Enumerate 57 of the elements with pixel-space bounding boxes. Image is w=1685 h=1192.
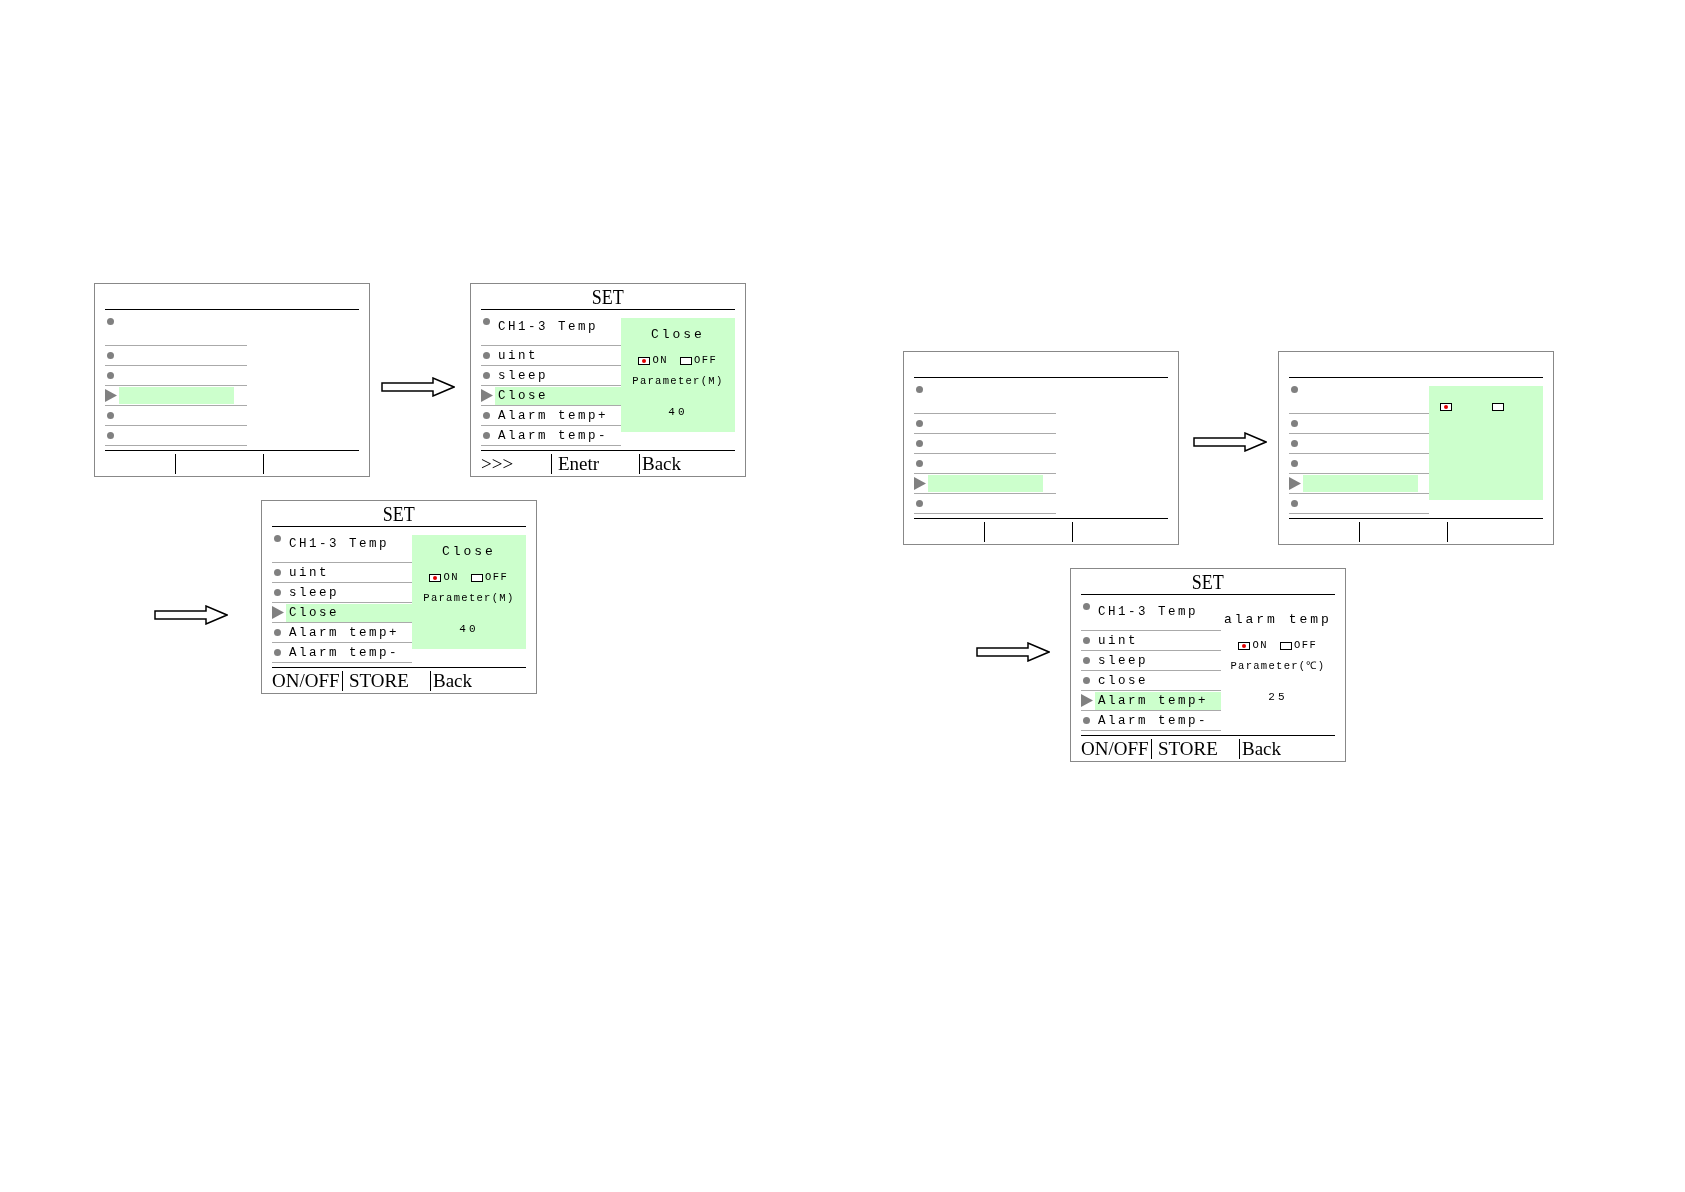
menu-item[interactable]: Alarm temp- — [286, 643, 402, 662]
parameter-value: 40 — [459, 621, 479, 637]
option-label: ON — [443, 570, 459, 586]
menu-item[interactable]: Alarm temp+ — [286, 623, 402, 642]
softkey-label[interactable]: Enetr — [558, 453, 600, 474]
menu-item[interactable]: Alarm temp+ — [495, 406, 611, 425]
parameter-label: Parameter(M) — [632, 374, 724, 389]
option-checkbox[interactable] — [1238, 642, 1251, 650]
option-label: OFF — [694, 353, 718, 369]
hollow-arrow-icon — [1193, 432, 1267, 452]
screen-title: SET — [383, 502, 415, 526]
option-label: OFF — [1294, 638, 1318, 654]
option-checkbox[interactable] — [1439, 403, 1452, 411]
menu-item[interactable]: close — [1095, 671, 1151, 690]
menu-item[interactable]: uint — [1095, 631, 1141, 650]
menu-item[interactable]: CH1-3 Temp — [286, 535, 392, 553]
menu-item[interactable]: CH1-3 Temp — [1095, 603, 1201, 621]
softkey-label[interactable]: STORE — [1158, 738, 1218, 759]
softkey-label[interactable]: ON/OFF — [1081, 738, 1149, 759]
menu-item[interactable]: CH1-3 Temp — [495, 318, 601, 336]
parameter-value: 40 — [668, 404, 688, 420]
menu-item[interactable]: Close — [286, 603, 412, 622]
softkey-label[interactable]: Back — [1242, 738, 1282, 759]
menu-item[interactable]: Close — [495, 386, 621, 405]
option-checkbox[interactable] — [471, 574, 483, 582]
parameter-label: Parameter(M) — [423, 591, 515, 606]
hollow-arrow-icon — [154, 605, 228, 625]
menu-item[interactable]: sleep — [1095, 651, 1151, 670]
option-label: ON — [652, 353, 668, 369]
hollow-arrow-icon — [381, 377, 455, 397]
softkey-label[interactable]: >>> — [481, 453, 514, 474]
option-checkbox[interactable] — [429, 574, 442, 582]
parameter-value: 25 — [1268, 689, 1288, 705]
softkey-label[interactable]: ON/OFF — [272, 670, 340, 691]
menu-item[interactable]: sleep — [286, 583, 342, 602]
menu-item[interactable]: Alarm temp- — [495, 426, 611, 445]
menu-item[interactable]: Alarm temp+ — [1095, 691, 1221, 710]
menu-item[interactable]: uint — [495, 346, 541, 365]
option-label: OFF — [485, 570, 509, 586]
option-label: ON — [1252, 638, 1268, 654]
option-checkbox[interactable] — [680, 357, 692, 365]
menu-item[interactable]: uint — [286, 563, 332, 582]
option-checkbox[interactable] — [638, 357, 651, 365]
screen-title: SET — [1192, 570, 1224, 594]
panel-heading: alarm temp — [1223, 611, 1332, 629]
softkey-label[interactable]: Back — [642, 453, 682, 474]
panel-heading: Close — [441, 543, 496, 561]
parameter-label: Parameter(℃) — [1230, 659, 1326, 674]
screen-title: SET — [592, 285, 624, 309]
option-checkbox[interactable] — [1280, 642, 1292, 650]
menu-item[interactable]: Alarm temp- — [1095, 711, 1211, 730]
option-checkbox[interactable] — [1491, 403, 1504, 411]
menu-item[interactable]: sleep — [495, 366, 551, 385]
hollow-arrow-icon — [976, 642, 1050, 662]
softkey-label[interactable]: Back — [433, 670, 473, 691]
softkey-label[interactable]: STORE — [349, 670, 409, 691]
panel-heading: Close — [650, 326, 705, 344]
